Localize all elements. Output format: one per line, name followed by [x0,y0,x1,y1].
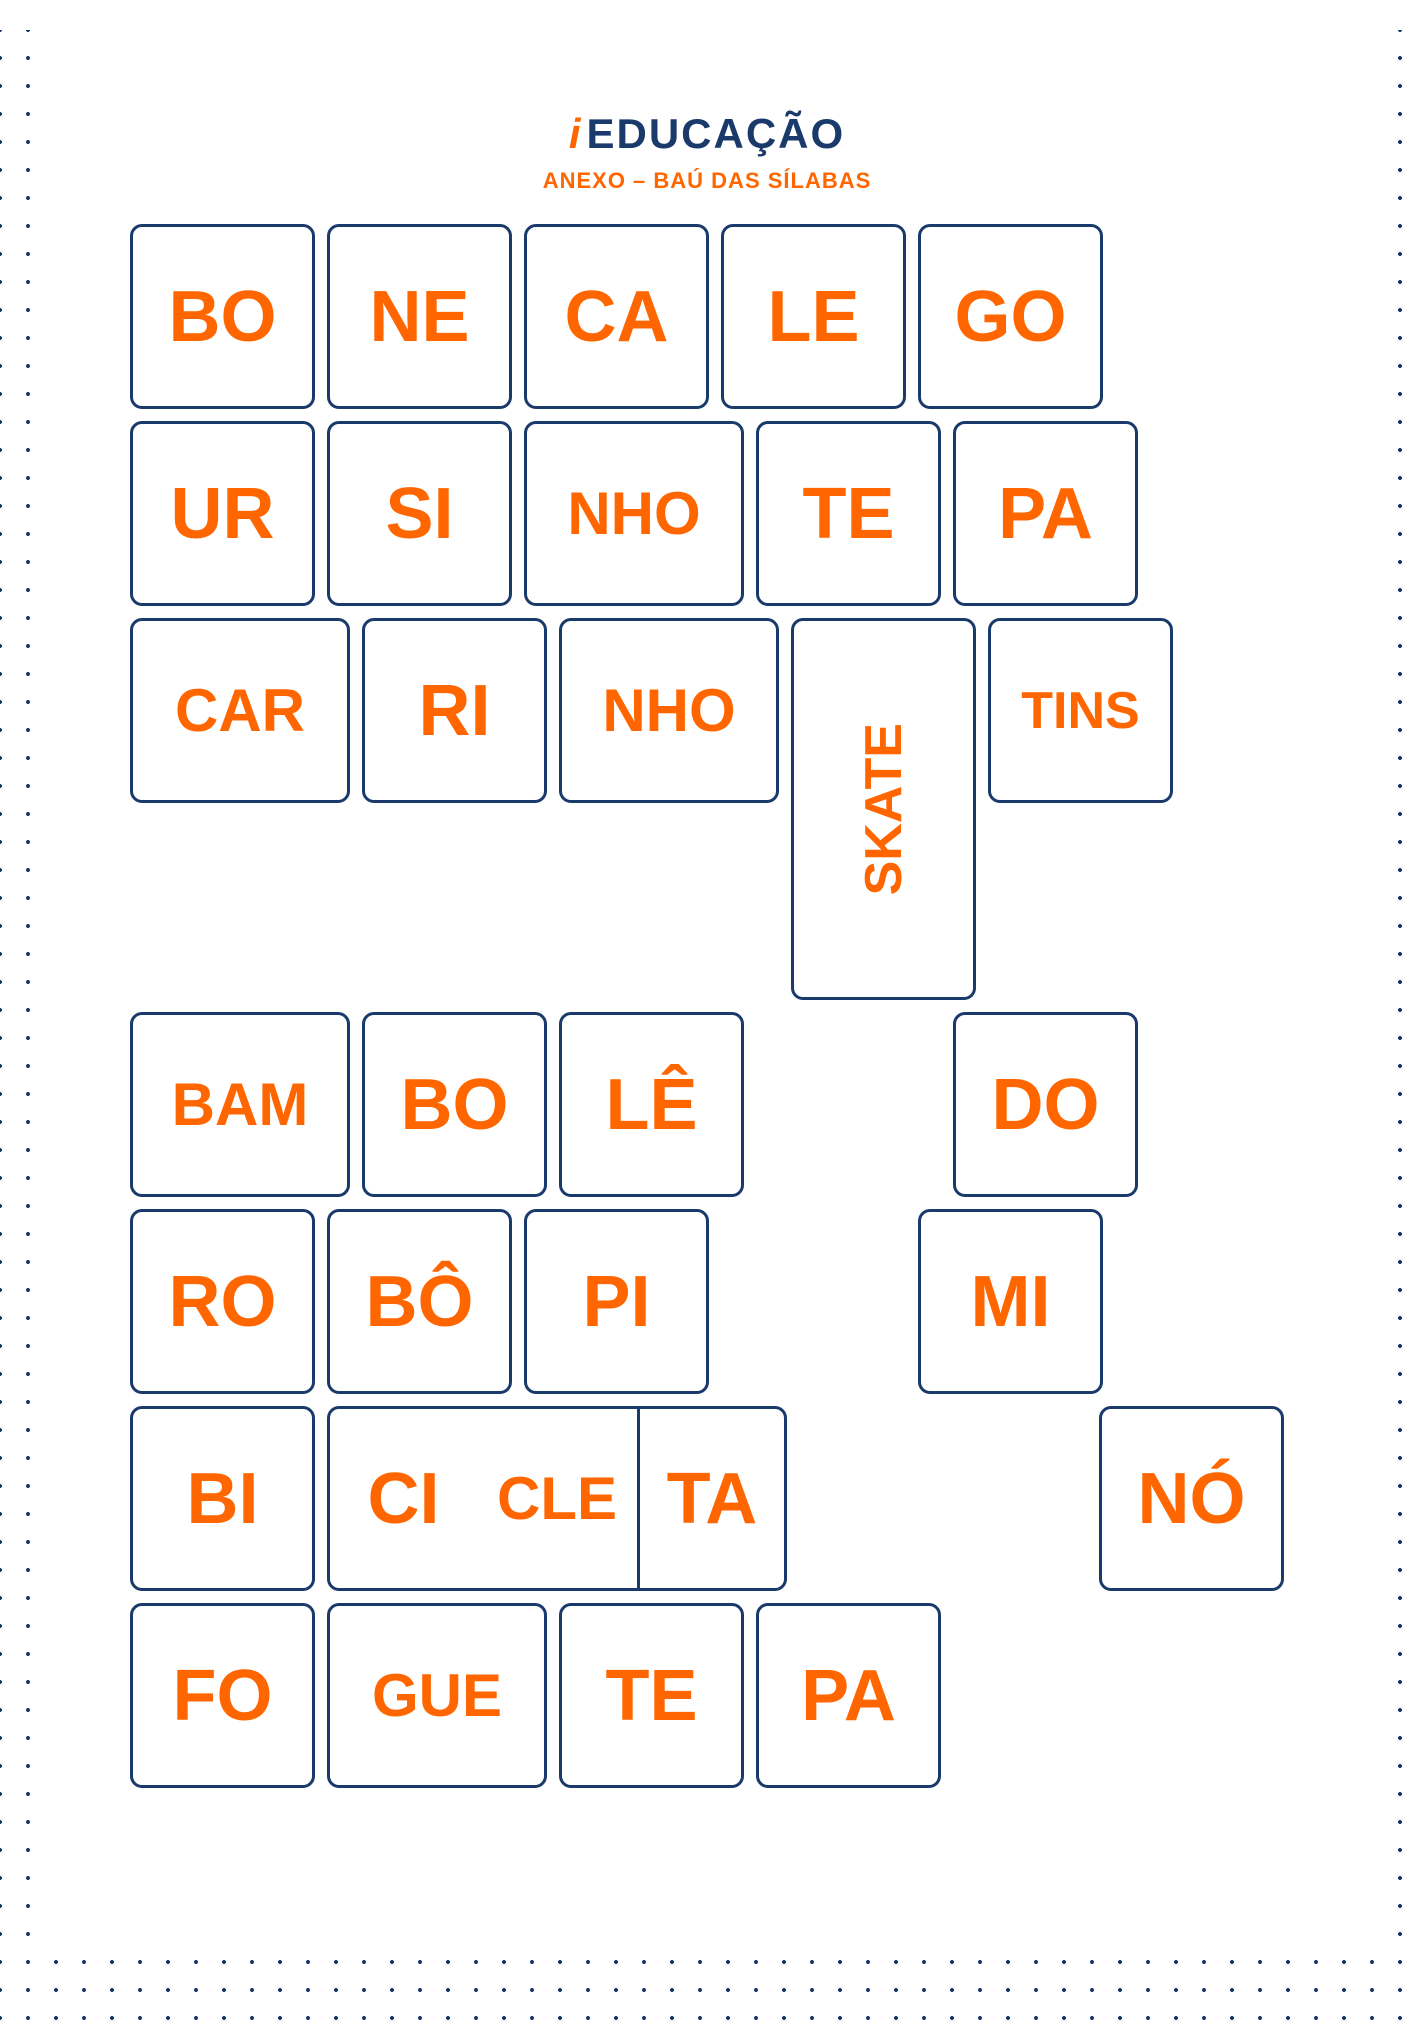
logo-text: EDUCAÇÃO [587,110,846,158]
card-si[interactable]: SI [327,421,512,606]
card-nho1[interactable]: NHO [524,421,744,606]
logo-area: i EDUCAÇÃO [130,110,1284,158]
syllable-ca1: CA [565,281,669,353]
bicicleta-group: CI CLE TA [327,1406,787,1591]
syllable-tins: TINS [1021,685,1139,737]
card-bo1[interactable]: BO [130,224,315,409]
syllable-skate: SKATE [858,723,910,895]
syllable-te2: TE [605,1660,697,1732]
syllable-le2: LÊ [605,1069,697,1141]
card-car[interactable]: CAR [130,618,350,803]
row-1: BO NE CA LE GO [130,224,1284,409]
row-6: BI CI CLE TA NÓ [130,1406,1284,1591]
card-ca1[interactable]: CA [524,224,709,409]
card-bo2[interactable]: BO [362,1012,547,1197]
row-2: UR SI NHO TE PA [130,421,1284,606]
syllable-do: DO [992,1069,1100,1141]
spacer-row6 [799,1406,1087,1591]
syllables-grid: BO NE CA LE GO UR [130,224,1284,1788]
row-3: CAR RI NHO SKATE TINS [130,618,1284,1000]
card-mi[interactable]: MI [918,1209,1103,1394]
syllable-no: NÓ [1138,1463,1246,1535]
header: i EDUCAÇÃO ANEXO – BAÚ DAS SÍLABAS [130,100,1284,194]
syllable-bo2: BO [401,1069,509,1141]
syllable-nho2: NHO [602,681,735,741]
syllable-ri: RI [419,675,491,747]
card-te1[interactable]: TE [756,421,941,606]
syllable-ta: TA [667,1463,758,1535]
card-pi[interactable]: PI [524,1209,709,1394]
syllable-ne: NE [369,281,469,353]
card-ta[interactable]: TA [637,1406,787,1591]
card-pa1[interactable]: PA [953,421,1138,606]
card-ro[interactable]: RO [130,1209,315,1394]
syllable-bam: BAM [172,1075,309,1135]
syllable-fo: FO [173,1660,273,1732]
card-do[interactable]: DO [953,1012,1138,1197]
card-go[interactable]: GO [918,224,1103,409]
syllable-bo3: BÔ [366,1266,474,1338]
card-tins[interactable]: TINS [988,618,1173,803]
syllable-ro: RO [169,1266,277,1338]
page-subtitle: ANEXO – BAÚ DAS SÍLABAS [130,168,1284,194]
syllable-bo1: BO [169,281,277,353]
card-no[interactable]: NÓ [1099,1406,1284,1591]
row-7: FO GUE TE PA [130,1603,1284,1788]
card-nho2[interactable]: NHO [559,618,779,803]
card-le[interactable]: LE [721,224,906,409]
card-fo[interactable]: FO [130,1603,315,1788]
card-skate[interactable]: SKATE [791,618,976,1000]
syllable-mi: MI [971,1266,1051,1338]
syllable-go: GO [954,281,1066,353]
card-ne[interactable]: NE [327,224,512,409]
spacer-skate-row4 [756,1012,941,1197]
syllable-nho1: NHO [567,484,700,544]
card-cle[interactable]: CLE [477,1406,637,1591]
card-bam[interactable]: BAM [130,1012,350,1197]
card-bi[interactable]: BI [130,1406,315,1591]
row-5: RO BÔ PI MI [130,1209,1284,1394]
spacer-row5 [721,1209,906,1394]
syllable-pa1: PA [998,478,1093,550]
syllable-ci: CI [368,1463,440,1535]
card-ri[interactable]: RI [362,618,547,803]
syllable-pa2: PA [801,1660,896,1732]
syllable-si: SI [385,478,453,550]
syllable-pi: PI [582,1266,650,1338]
syllable-te1: TE [802,478,894,550]
row-4: BAM BO LÊ DO [130,1012,1284,1197]
syllable-cle: CLE [497,1469,617,1529]
syllable-ur: UR [171,478,275,550]
card-bo3[interactable]: BÔ [327,1209,512,1394]
syllable-bi: BI [187,1463,259,1535]
syllable-car: CAR [175,681,305,741]
card-le2[interactable]: LÊ [559,1012,744,1197]
card-ur[interactable]: UR [130,421,315,606]
syllable-le: LE [767,281,859,353]
card-gue[interactable]: GUE [327,1603,547,1788]
card-ci[interactable]: CI [327,1406,477,1591]
card-te2[interactable]: TE [559,1603,744,1788]
card-pa2[interactable]: PA [756,1603,941,1788]
logo-icon: i [569,113,581,155]
syllable-gue: GUE [372,1666,502,1726]
